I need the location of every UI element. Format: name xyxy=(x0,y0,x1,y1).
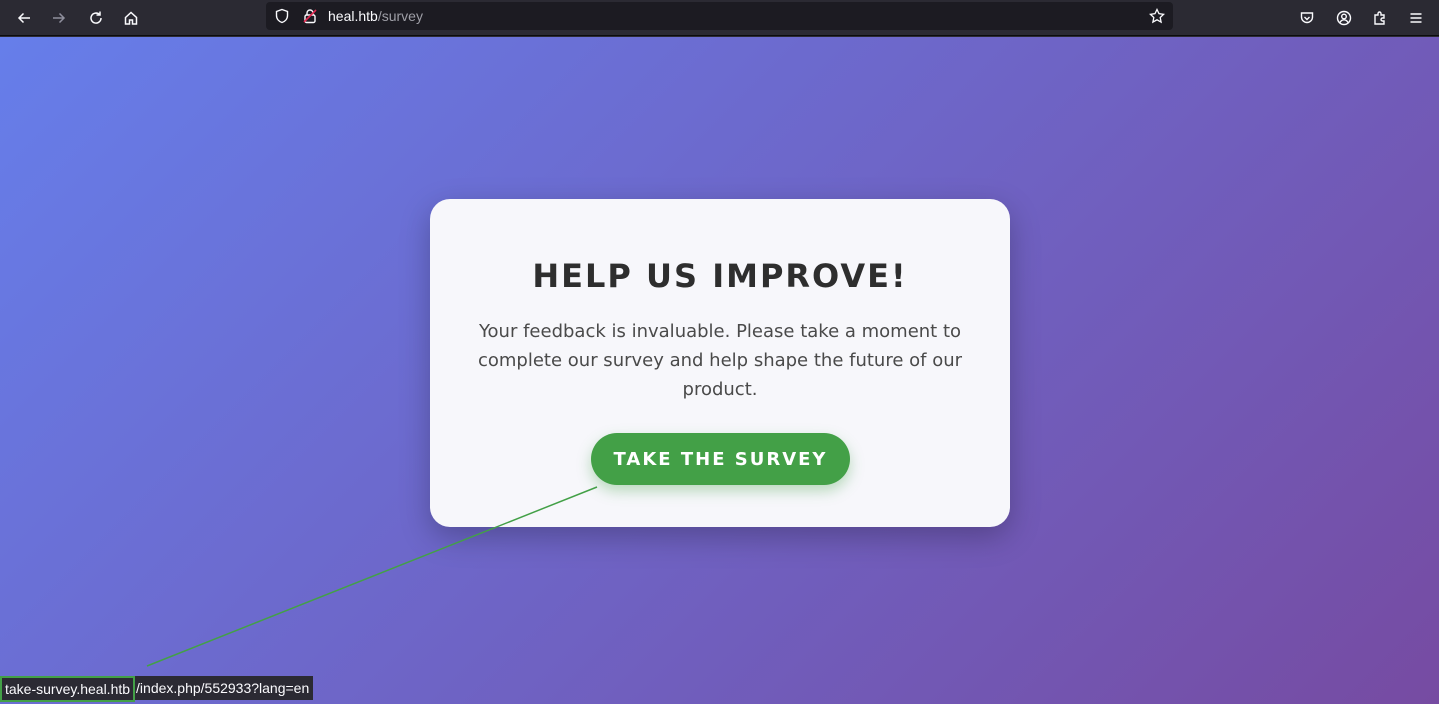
url-host: heal.htb xyxy=(328,8,378,24)
browser-toolbar: heal.htb/survey xyxy=(0,0,1439,36)
status-link-path: /index.php/552933?lang=en xyxy=(136,680,310,696)
pocket-icon[interactable] xyxy=(1292,3,1322,33)
url-bar[interactable]: heal.htb/survey xyxy=(266,2,1173,30)
menu-icon[interactable] xyxy=(1401,3,1431,33)
back-icon[interactable] xyxy=(9,3,39,33)
lock-icon[interactable] xyxy=(302,8,318,24)
extensions-icon[interactable] xyxy=(1365,3,1395,33)
url-path: /survey xyxy=(377,8,423,24)
card-title: HELP US IMPROVE! xyxy=(532,257,908,295)
shield-icon[interactable] xyxy=(274,8,290,24)
card-description: Your feedback is invaluable. Please take… xyxy=(477,321,963,400)
status-link-host: take-survey.heal.htb xyxy=(0,676,136,702)
bookmark-star-icon[interactable] xyxy=(1148,7,1166,24)
link-status-bar: take-survey.heal.htb/index.php/552933?la… xyxy=(0,676,314,702)
home-icon[interactable] xyxy=(116,3,146,33)
reload-icon[interactable] xyxy=(81,3,111,33)
take-survey-button[interactable]: TAKE THE SURVEY xyxy=(591,433,850,485)
survey-card: HELP US IMPROVE! Your feedback is invalu… xyxy=(430,199,1010,527)
account-icon[interactable] xyxy=(1329,3,1359,33)
page-viewport: HELP US IMPROVE! Your feedback is invalu… xyxy=(0,37,1439,704)
forward-icon[interactable] xyxy=(44,3,74,33)
url-text[interactable]: heal.htb/survey xyxy=(328,8,423,24)
